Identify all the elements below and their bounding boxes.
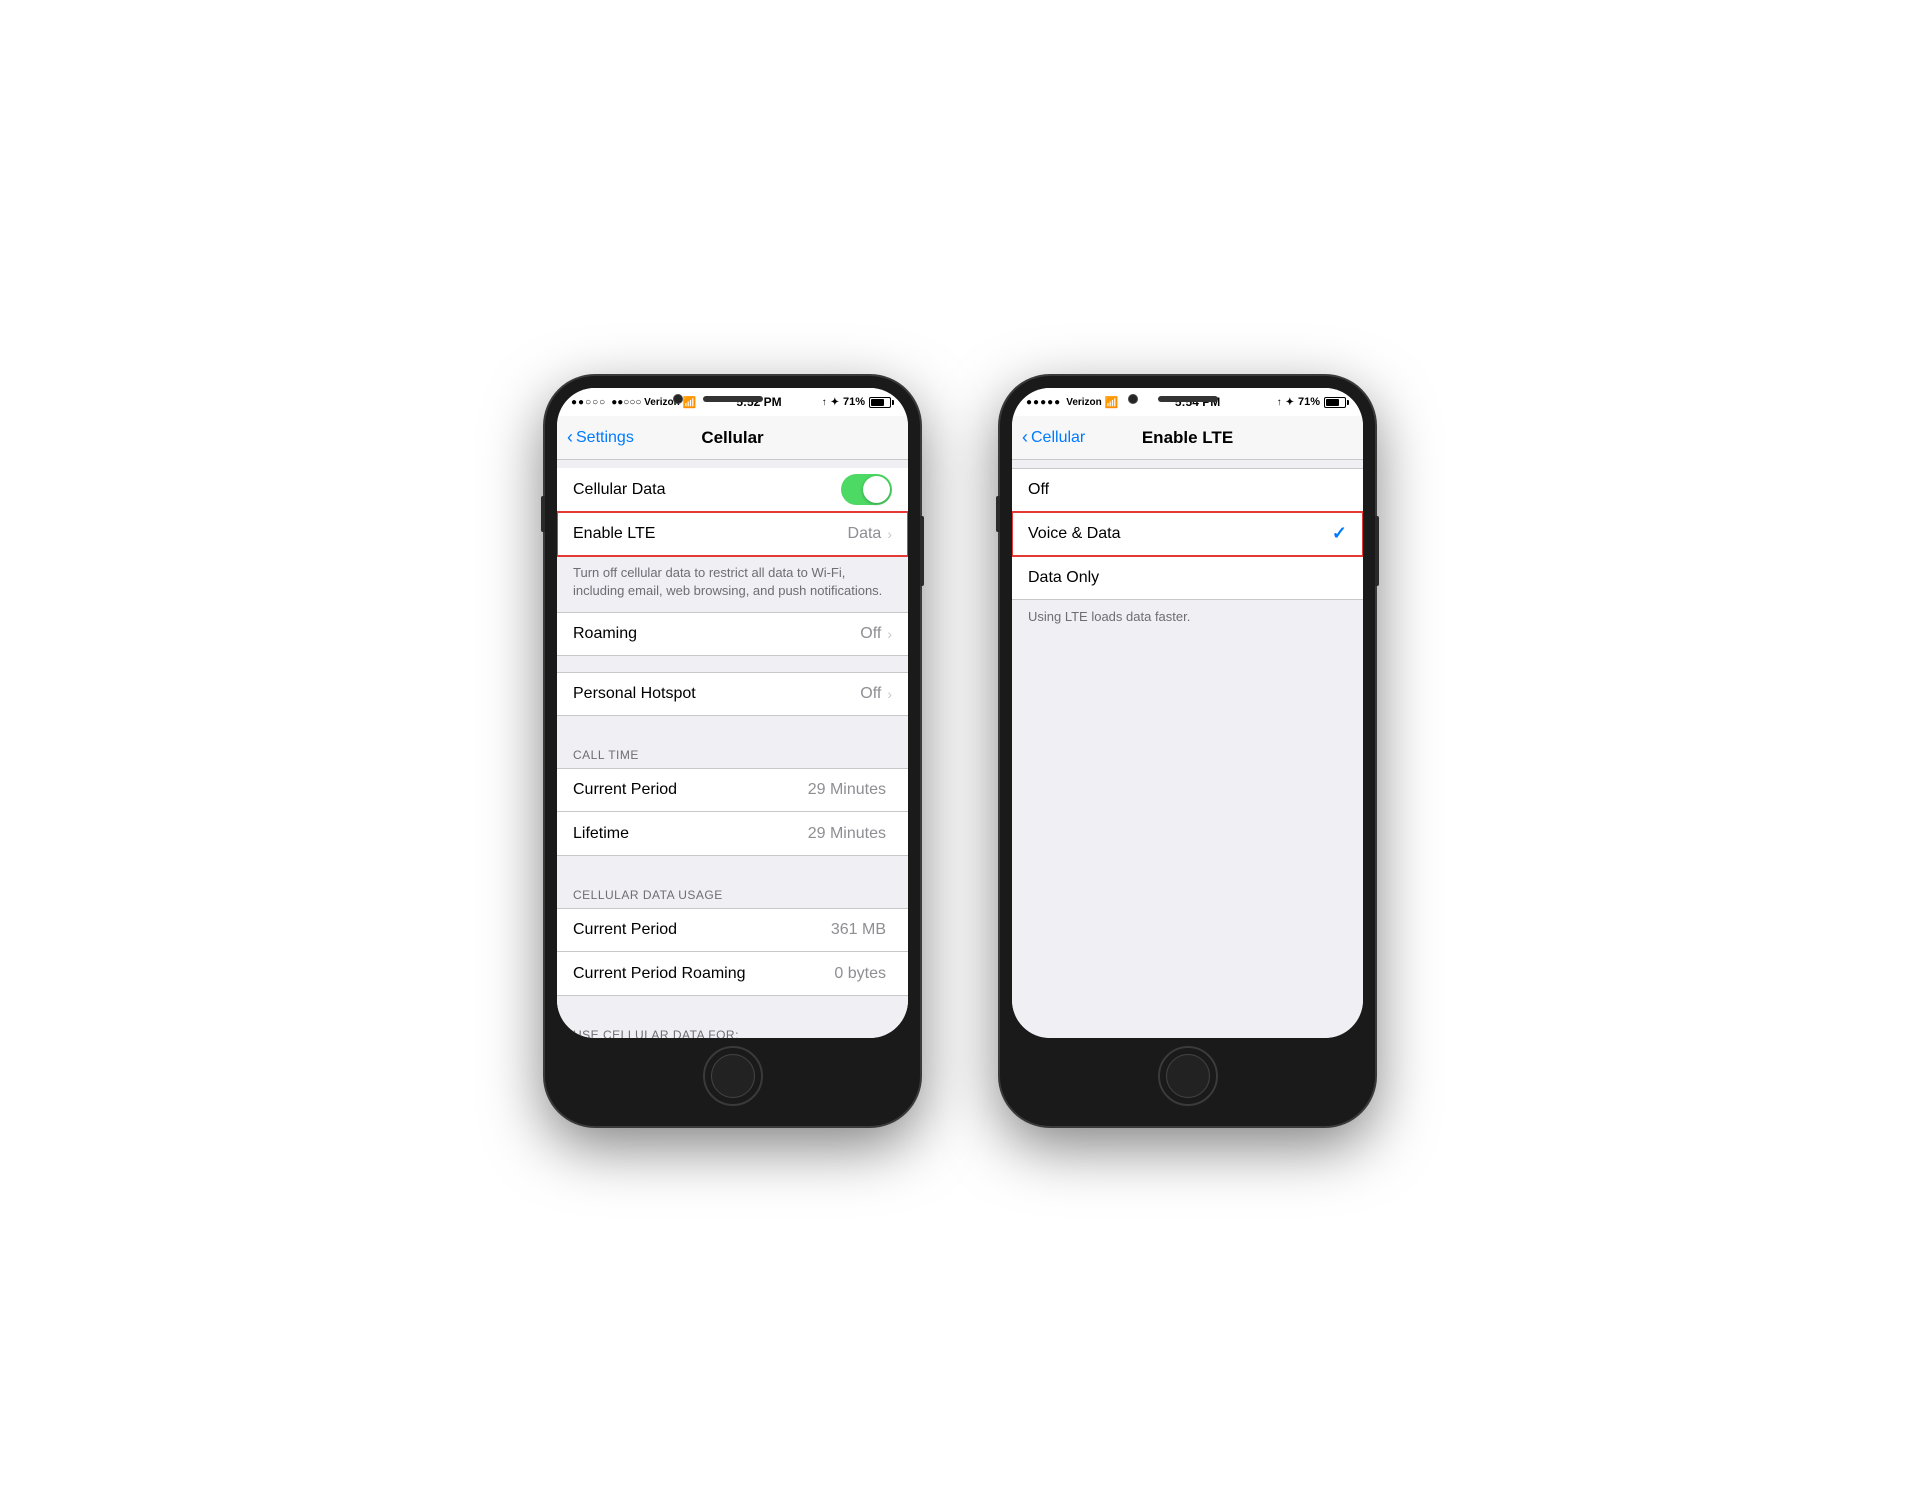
hotspot-row[interactable]: Personal Hotspot Off ›	[557, 672, 908, 716]
phone-2: ●●●●● Verizon 📶 5:54 PM ↑ ✦ 71% ‹	[1000, 376, 1375, 1126]
lte-description: Using LTE loads data faster.	[1012, 600, 1363, 638]
data-usage-header: CELLULAR DATA USAGE	[557, 872, 908, 908]
back-label-2: Cellular	[1031, 429, 1085, 447]
current-period-call-row: Current Period 29 Minutes	[557, 768, 908, 812]
wifi-icon-1: 📶	[683, 396, 697, 409]
hotspot-value: Off	[860, 685, 881, 703]
home-button-1[interactable]	[703, 1046, 763, 1106]
signal-strength-2: ●●●●●	[1026, 397, 1061, 408]
roaming-data-label: Current Period Roaming	[573, 965, 834, 983]
carrier-name-1: ●●○○○ Verizon	[611, 397, 680, 408]
status-right-2: ↑ ✦ 71%	[1277, 396, 1349, 408]
data-only-row[interactable]: Data Only	[1012, 556, 1363, 600]
lifetime-call-label: Lifetime	[573, 825, 808, 843]
content-1: Cellular Data Enable LTE Data › Turn off…	[557, 460, 908, 1038]
roaming-data-row: Current Period Roaming 0 bytes	[557, 952, 908, 996]
battery-percent-2: 71%	[1298, 396, 1320, 408]
current-period-data-row: Current Period 361 MB	[557, 908, 908, 952]
current-period-data-value: 361 MB	[831, 921, 886, 939]
bluetooth-icon-2: ✦	[1286, 397, 1294, 408]
hotspot-label: Personal Hotspot	[573, 685, 860, 703]
cellular-data-label: Cellular Data	[573, 481, 841, 499]
cellular-data-toggle[interactable]	[841, 474, 892, 505]
hotspot-chevron: ›	[887, 686, 892, 702]
roaming-chevron: ›	[887, 626, 892, 642]
status-bar-2: ●●●●● Verizon 📶 5:54 PM ↑ ✦ 71%	[1012, 388, 1363, 416]
voice-data-checkmark: ✓	[1332, 523, 1347, 544]
roaming-data-value: 0 bytes	[834, 965, 886, 983]
enable-lte-chevron: ›	[887, 526, 892, 542]
back-button-2[interactable]: ‹ Cellular	[1022, 429, 1085, 447]
enable-lte-label: Enable LTE	[573, 525, 848, 543]
back-button-1[interactable]: ‹ Settings	[567, 429, 634, 447]
back-chevron-2: ‹	[1022, 428, 1028, 446]
location-icon-1: ↑	[822, 397, 827, 408]
lte-off-row[interactable]: Off	[1012, 468, 1363, 512]
status-right-1: ↑ ✦ 71%	[822, 396, 894, 408]
back-label-1: Settings	[576, 429, 634, 447]
enable-lte-value: Data	[848, 525, 882, 543]
home-button-inner-2	[1166, 1054, 1210, 1098]
cellular-data-row[interactable]: Cellular Data	[557, 468, 908, 512]
lte-off-label: Off	[1028, 481, 1347, 499]
nav-title-1: Cellular	[701, 428, 763, 448]
enable-lte-row[interactable]: Enable LTE Data ›	[557, 512, 908, 556]
status-bar-1: ●●○○○ ●●○○○ Verizon 📶 5:52 PM ↑ ✦ 71%	[557, 388, 908, 416]
roaming-value: Off	[860, 625, 881, 643]
lifetime-call-row: Lifetime 29 Minutes	[557, 812, 908, 856]
nav-bar-1: ‹ Settings Cellular	[557, 416, 908, 460]
bluetooth-icon-1: ✦	[831, 397, 839, 408]
current-period-call-value: 29 Minutes	[808, 781, 886, 799]
home-button-2[interactable]	[1158, 1046, 1218, 1106]
status-carrier-2: ●●●●● Verizon 📶	[1026, 396, 1118, 409]
home-button-inner-1	[711, 1054, 755, 1098]
front-camera	[673, 394, 683, 404]
current-period-data-label: Current Period	[573, 921, 831, 939]
call-time-header: CALL TIME	[557, 732, 908, 768]
nav-title-2: Enable LTE	[1142, 428, 1233, 448]
signal-strength-1: ●●○○○	[571, 397, 606, 408]
phone-screen-1: ●●○○○ ●●○○○ Verizon 📶 5:52 PM ↑ ✦ 71%	[557, 388, 908, 1038]
earpiece-speaker-2	[1158, 396, 1218, 402]
lifetime-call-value: 29 Minutes	[808, 825, 886, 843]
use-cellular-header: USE CELLULAR DATA FOR:	[557, 1012, 908, 1038]
battery-percent-1: 71%	[843, 396, 865, 408]
voice-data-row[interactable]: Voice & Data ✓	[1012, 512, 1363, 556]
toggle-thumb	[863, 476, 890, 503]
cellular-description: Turn off cellular data to restrict all d…	[557, 556, 908, 612]
battery-icon-1	[869, 397, 894, 408]
roaming-label: Roaming	[573, 625, 860, 643]
phone-1: ●●○○○ ●●○○○ Verizon 📶 5:52 PM ↑ ✦ 71%	[545, 376, 920, 1126]
roaming-row[interactable]: Roaming Off ›	[557, 612, 908, 656]
content-2: Off Voice & Data ✓ Data Only Using LTE l…	[1012, 460, 1363, 1038]
phone-screen-2: ●●●●● Verizon 📶 5:54 PM ↑ ✦ 71% ‹	[1012, 388, 1363, 1038]
battery-icon-2	[1324, 397, 1349, 408]
current-period-call-label: Current Period	[573, 781, 808, 799]
wifi-icon-2: 📶	[1105, 396, 1119, 409]
data-only-label: Data Only	[1028, 569, 1347, 587]
voice-data-label: Voice & Data	[1028, 525, 1332, 543]
earpiece-speaker	[703, 396, 763, 402]
nav-bar-2: ‹ Cellular Enable LTE	[1012, 416, 1363, 460]
carrier-name-2: Verizon	[1066, 397, 1102, 408]
back-chevron-1: ‹	[567, 428, 573, 446]
front-camera-2	[1128, 394, 1138, 404]
location-icon-2: ↑	[1277, 397, 1282, 408]
